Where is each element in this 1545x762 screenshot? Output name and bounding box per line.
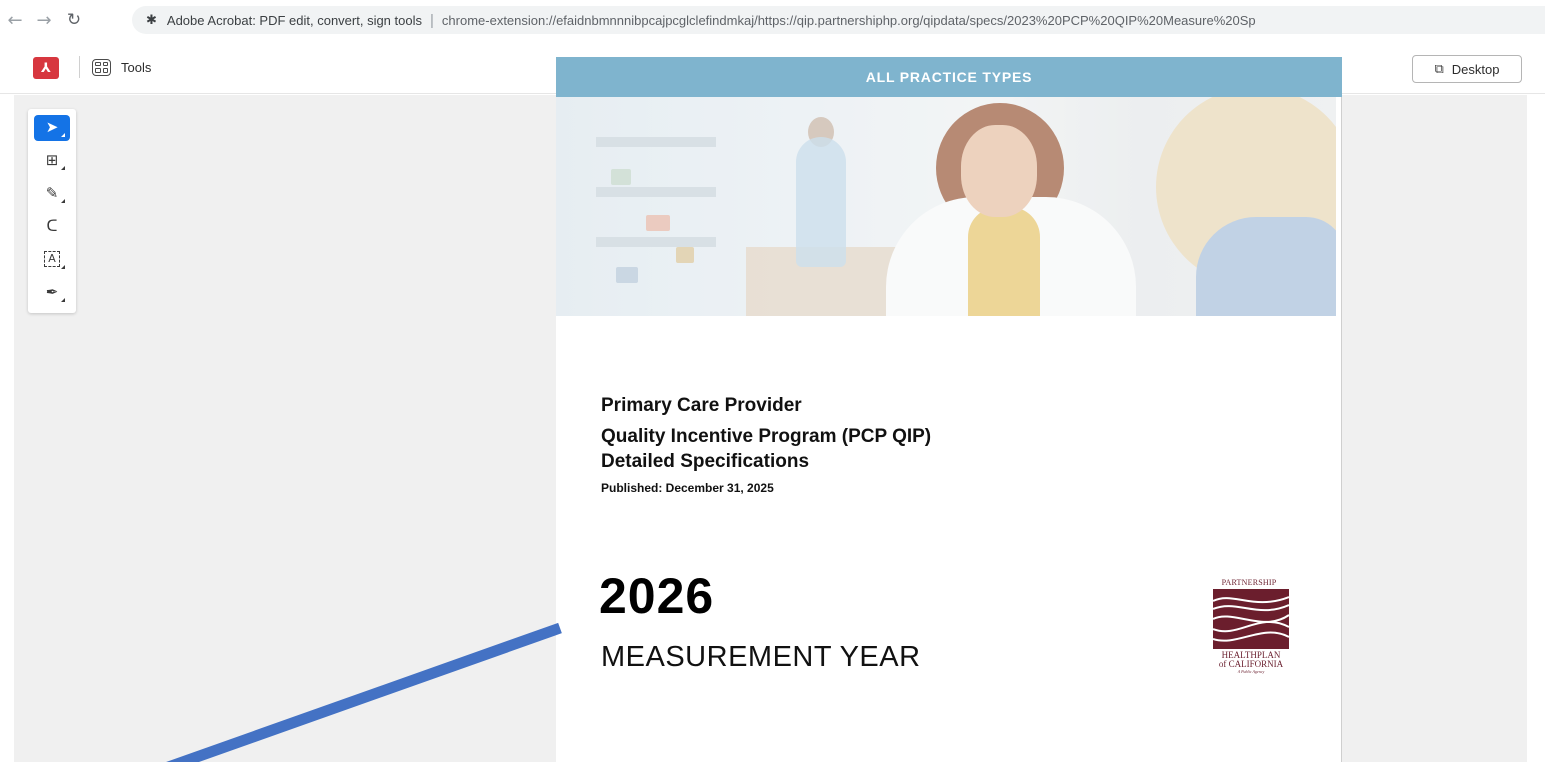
measurement-year-number: 2026: [599, 568, 715, 624]
acrobat-logo-icon[interactable]: ⅄: [33, 57, 59, 79]
back-button[interactable]: ←: [2, 7, 28, 33]
tools-button[interactable]: Tools: [92, 55, 151, 79]
forward-button[interactable]: →: [31, 7, 57, 33]
published-date: Published: December 31, 2025: [601, 481, 774, 495]
viewer-left-edge: [0, 95, 14, 762]
doc-title-line3: Detailed Specifications: [601, 451, 810, 472]
desktop-label: Desktop: [1451, 61, 1500, 77]
cover-photo: [556, 97, 1336, 316]
reload-icon: ↻: [66, 10, 82, 30]
select-tool[interactable]: ➤: [33, 113, 71, 141]
doc-title-line1: Primary Care Provider: [601, 395, 802, 416]
practice-types-banner: ALL PRACTICE TYPES: [556, 57, 1342, 97]
tools-grid-icon: [92, 58, 111, 76]
external-link-icon: ⧉: [1434, 61, 1444, 77]
url-text[interactable]: chrome-extension://efaidnbmnnnibpcajpcgl…: [442, 13, 1256, 28]
highlight-tool[interactable]: ✎: [33, 179, 71, 207]
add-comment-icon: ⊞: [45, 151, 59, 169]
tool-rail: ➤ ⊞ ✎ ᑕ A ✒: [28, 109, 76, 313]
measurement-year-label: MEASUREMENT YEAR: [601, 641, 921, 673]
banner-text: ALL PRACTICE TYPES: [865, 69, 1033, 85]
sign-tool[interactable]: ✒: [33, 278, 71, 306]
text-box-icon: A: [44, 251, 60, 267]
comment-tool[interactable]: ⊞: [33, 146, 71, 174]
pdf-page: ALL PRACTICE TYPES Primary Care Provider…: [556, 57, 1342, 762]
logo-top-text: PARTNERSHIP: [1221, 578, 1277, 587]
header-divider: [79, 56, 80, 78]
draw-tool[interactable]: ᑕ: [33, 212, 71, 240]
arrow-right-icon: →: [36, 9, 52, 31]
logo-bottom-text-3: A Public Agency: [1237, 669, 1265, 674]
puzzle-icon: ✱: [146, 12, 157, 28]
doc-title-line2: Quality Incentive Program (PCP QIP): [601, 426, 932, 447]
signature-pen-icon: ✒: [45, 283, 59, 301]
arrow-left-icon: ←: [7, 9, 23, 31]
logo-wave-mark: [1213, 589, 1289, 649]
reload-button[interactable]: ↻: [61, 7, 87, 33]
freeform-loop-icon: ᑕ: [46, 217, 58, 235]
text-tool[interactable]: A: [33, 245, 71, 273]
pen-icon: ✎: [45, 184, 59, 202]
partnership-healthplan-logo: PARTNERSHIP HEALTHPLAN of CALIFORNIA A P…: [1206, 575, 1292, 675]
tools-label: Tools: [121, 59, 152, 75]
logo-bottom-text-2: of CALIFORNIA: [1218, 659, 1284, 669]
browser-toolbar: ← → ↻ ✱ Adobe Acrobat: PDF edit, convert…: [0, 0, 1545, 40]
open-in-desktop-button[interactable]: ⧉ Desktop: [1412, 55, 1522, 83]
cursor-arrow-icon: ➤: [45, 118, 59, 136]
page-title: Adobe Acrobat: PDF edit, convert, sign t…: [166, 12, 422, 28]
address-bar[interactable]: ✱ Adobe Acrobat: PDF edit, convert, sign…: [132, 6, 1545, 34]
address-separator: |: [430, 11, 434, 29]
